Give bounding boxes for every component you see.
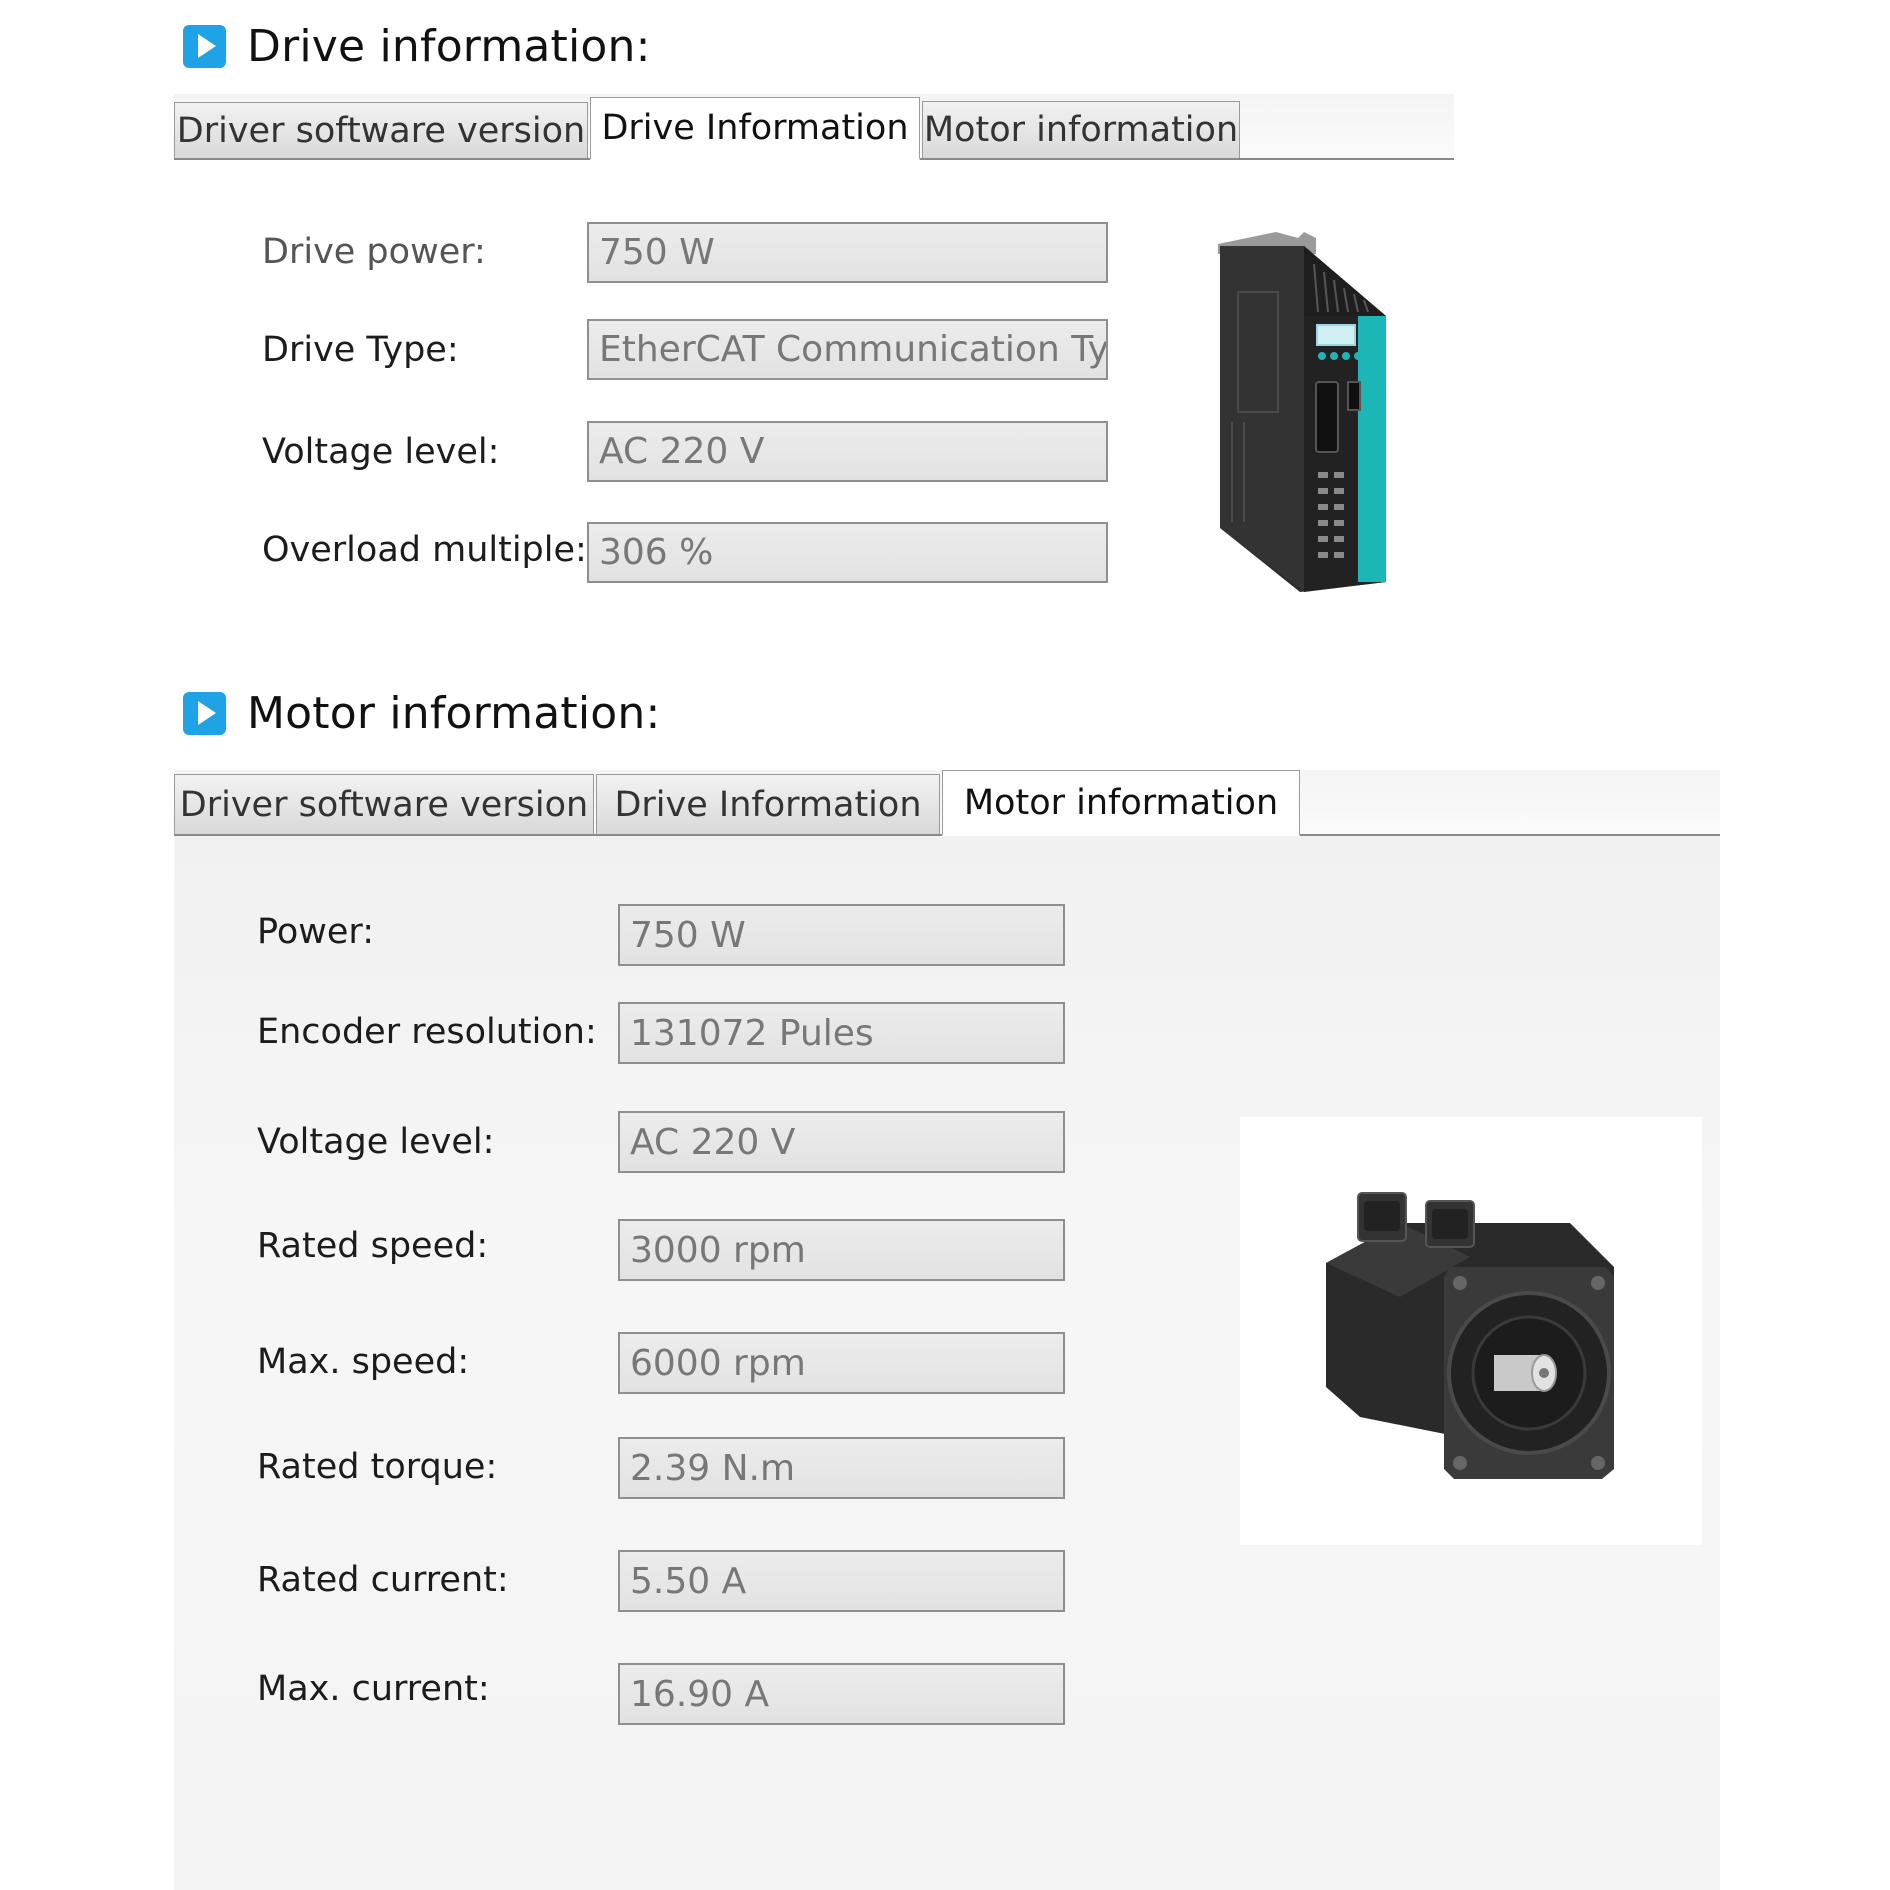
drive-type-field[interactable]: EtherCAT Communication Ty... — [587, 319, 1108, 380]
motor-section-title: Motor information: — [247, 688, 661, 739]
servo-drive-image — [1218, 232, 1386, 592]
motor-image-frame — [1240, 1117, 1702, 1545]
motor-section-header: Motor information: — [183, 688, 661, 739]
tab-motor-information[interactable]: Motor information — [922, 101, 1240, 158]
drive-power-field[interactable]: 750 W — [587, 222, 1108, 283]
max-current-label: Max. current: — [257, 1669, 490, 1709]
drive-power-label: Drive power: — [262, 232, 486, 272]
encoder-resolution-field[interactable]: 131072 Pules — [618, 1002, 1065, 1064]
tab-label: Drive Information — [601, 108, 909, 148]
tab-label: Motor information — [923, 110, 1239, 150]
overload-multiple-field[interactable]: 306 % — [587, 522, 1108, 583]
tab-drive-information[interactable]: Drive Information — [596, 774, 940, 834]
tab-motor-information[interactable]: Motor information — [942, 770, 1300, 836]
drive-section-title: Drive information: — [247, 21, 651, 72]
max-current-field[interactable]: 16.90 A — [618, 1663, 1065, 1725]
motor-tabbar: Driver software version Drive Informatio… — [174, 770, 1720, 836]
rated-torque-field[interactable]: 2.39 N.m — [618, 1437, 1065, 1499]
tab-driver-software-version[interactable]: Driver software version — [174, 774, 594, 834]
power-label: Power: — [257, 912, 374, 952]
play-icon — [183, 692, 226, 735]
rated-speed-field[interactable]: 3000 rpm — [618, 1219, 1065, 1281]
tab-label: Drive Information — [614, 784, 922, 825]
tab-drive-information[interactable]: Drive Information — [590, 97, 920, 160]
drive-type-label: Drive Type: — [262, 330, 459, 370]
servo-motor-image — [1326, 1192, 1614, 1479]
drive-section-header: Drive information: — [183, 21, 651, 72]
encoder-resolution-label: Encoder resolution: — [257, 1012, 597, 1052]
rated-torque-label: Rated torque: — [257, 1447, 498, 1487]
voltage-level-field[interactable]: AC 220 V — [618, 1111, 1065, 1173]
rated-speed-label: Rated speed: — [257, 1226, 489, 1266]
drive-tabbar: Driver software version Drive Informatio… — [174, 94, 1454, 160]
rated-current-label: Rated current: — [257, 1560, 509, 1600]
voltage-level-label: Voltage level: — [262, 432, 500, 472]
tab-label: Driver software version — [179, 784, 589, 825]
max-speed-label: Max. speed: — [257, 1342, 470, 1382]
rated-current-field[interactable]: 5.50 A — [618, 1550, 1065, 1612]
voltage-level-label: Voltage level: — [257, 1122, 495, 1162]
overload-multiple-label: Overload multiple: — [262, 530, 587, 570]
tab-label: Driver software version — [176, 110, 586, 151]
tab-driver-software-version[interactable]: Driver software version — [174, 102, 588, 158]
tab-label: Motor information — [963, 782, 1279, 823]
play-icon — [183, 25, 226, 68]
max-speed-field[interactable]: 6000 rpm — [618, 1332, 1065, 1394]
power-field[interactable]: 750 W — [618, 904, 1065, 966]
voltage-level-field[interactable]: AC 220 V — [587, 421, 1108, 482]
